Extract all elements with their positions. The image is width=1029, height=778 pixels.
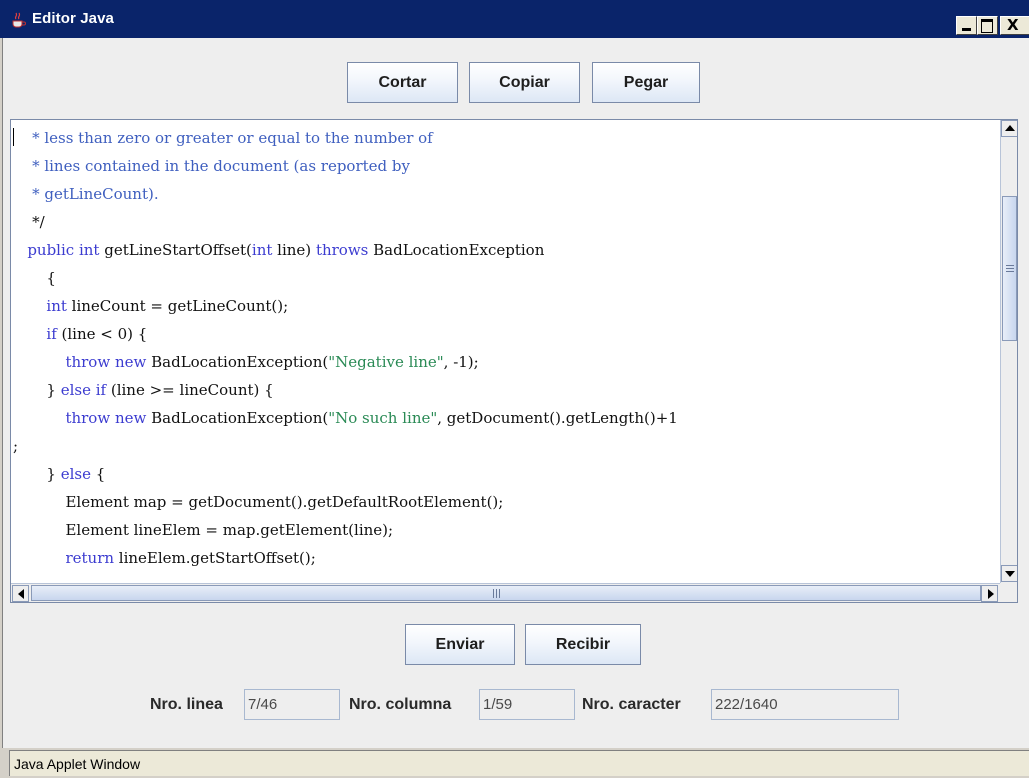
- grip-icon: [493, 589, 500, 598]
- horizontal-scrollbar[interactable]: [11, 583, 1000, 602]
- applet-status-panel: Java Applet Window: [9, 750, 1029, 776]
- code-editor[interactable]: * less than zero or greater or equal to …: [10, 119, 1018, 603]
- minimize-button[interactable]: [956, 16, 977, 35]
- code-line: * less than zero or greater or equal to …: [13, 129, 433, 147]
- vertical-scroll-thumb[interactable]: [1002, 196, 1017, 341]
- horizontal-scroll-thumb[interactable]: [31, 585, 981, 601]
- char-number-label: Nro. caracter: [582, 696, 681, 713]
- scrollbar-corner: [1000, 583, 1017, 602]
- title-bar: Editor Java X: [0, 0, 1029, 38]
- applet-window-label: Java Applet Window: [14, 756, 141, 772]
- code-text-area[interactable]: * less than zero or greater or equal to …: [11, 120, 1000, 583]
- code-line: int lineCount = getLineCount();: [46, 297, 289, 315]
- window-left-border: [0, 38, 3, 748]
- code-line: Element map = getDocument().getDefaultRo…: [13, 493, 504, 511]
- code-line: ;: [13, 437, 19, 455]
- char-number-field: 222/1640: [711, 689, 899, 720]
- code-line: throw new BadLocationException("Negative…: [65, 353, 479, 371]
- scroll-up-button[interactable]: [1001, 120, 1017, 137]
- code-line: {: [13, 269, 56, 287]
- scroll-left-button[interactable]: [12, 585, 29, 602]
- line-number-label: Nro. linea: [150, 696, 223, 713]
- window-title: Editor Java: [32, 10, 114, 27]
- code-line: if (line < 0) {: [46, 325, 148, 343]
- code-line: Element lineElem = map.getElement(line);: [13, 521, 394, 539]
- code-line: throw new BadLocationException("No such …: [65, 409, 678, 427]
- receive-button[interactable]: Recibir: [525, 624, 641, 665]
- grip-icon: [1006, 265, 1014, 272]
- close-button[interactable]: X: [1000, 16, 1029, 35]
- scroll-down-button[interactable]: [1001, 565, 1017, 582]
- code-line: return lineElem.getStartOffset();: [65, 549, 316, 567]
- column-number-label: Nro. columna: [349, 696, 452, 713]
- maximize-button[interactable]: [977, 16, 998, 35]
- arrow-left-icon: [18, 589, 24, 599]
- line-number-field: 7/46: [244, 689, 340, 720]
- code-line: * getLineCount).: [13, 185, 159, 203]
- arrow-right-icon: [988, 589, 994, 599]
- code-line: } else if (line >= lineCount) {: [13, 381, 274, 399]
- cut-button[interactable]: Cortar: [347, 62, 458, 103]
- editor-window: Editor Java X Cortar Copiar Pegar * less…: [0, 0, 1029, 778]
- column-number-field: 1/59: [479, 689, 575, 720]
- code-line: * lines contained in the document (as re…: [13, 157, 410, 175]
- copy-button[interactable]: Copiar: [469, 62, 580, 103]
- scroll-right-button[interactable]: [981, 585, 998, 602]
- code-line: public int getLineStartOffset(int line) …: [27, 241, 545, 259]
- java-cup-icon: [10, 10, 26, 28]
- close-icon: X: [1007, 16, 1019, 34]
- arrow-down-icon: [1005, 571, 1015, 577]
- arrow-up-icon: [1005, 125, 1015, 131]
- vertical-scrollbar[interactable]: [1000, 120, 1017, 583]
- paste-button[interactable]: Pegar: [592, 62, 700, 103]
- code-line: } else {: [13, 465, 106, 483]
- send-button[interactable]: Enviar: [405, 624, 515, 665]
- applet-status-bar: Java Applet Window: [0, 748, 1029, 778]
- code-line: */: [13, 213, 45, 231]
